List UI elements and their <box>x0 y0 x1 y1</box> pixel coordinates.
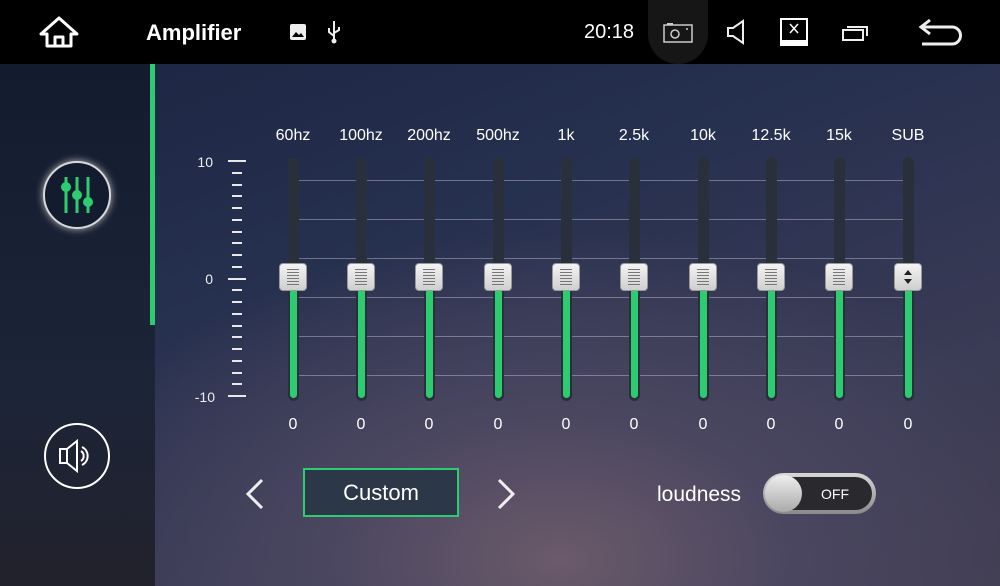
slider-thumb[interactable] <box>484 263 512 291</box>
slider-thumb[interactable] <box>552 263 580 291</box>
band-value: 0 <box>766 416 776 433</box>
band-value: 0 <box>493 416 503 433</box>
scale-tick <box>232 218 242 221</box>
scale-tick <box>232 324 242 327</box>
screenshot-icon[interactable] <box>663 22 693 44</box>
volume-icon[interactable] <box>726 19 748 45</box>
sidebar-item-equalizer[interactable] <box>43 161 111 229</box>
scale-tick <box>232 171 242 174</box>
up-down-icon <box>904 270 912 284</box>
grid-line <box>296 336 904 337</box>
sidebar <box>0 64 155 586</box>
slider-thumb[interactable] <box>620 263 648 291</box>
scale-tick <box>232 359 242 362</box>
app-title: Amplifier <box>146 20 242 45</box>
slider-fill <box>904 277 912 398</box>
band-label: 12.5k <box>751 127 791 144</box>
grid-line <box>296 297 904 298</box>
slider-fill <box>425 277 433 398</box>
slider-fill <box>767 277 775 398</box>
previous-preset-button[interactable] <box>243 477 267 511</box>
slider-fill <box>835 277 843 398</box>
screen-off-icon[interactable] <box>780 18 808 46</box>
scale-tick <box>232 348 242 350</box>
scale-tick <box>232 371 242 374</box>
band-value: 0 <box>629 416 639 433</box>
scale-tick <box>232 254 242 256</box>
scale-mid-label: 0 <box>205 271 213 287</box>
scale-tick <box>232 383 242 386</box>
band-label: 2.5k <box>618 127 650 144</box>
band-value: 0 <box>561 416 571 433</box>
recent-apps-icon[interactable] <box>842 25 868 41</box>
scale-tick <box>232 242 242 245</box>
scale-tick <box>228 160 246 162</box>
slider-thumb[interactable] <box>689 263 717 291</box>
scale-tick <box>232 289 242 292</box>
band-value: 0 <box>356 416 366 433</box>
band-label: 1k <box>557 127 575 144</box>
slider-fill <box>494 277 502 398</box>
band-value: 0 <box>424 416 434 433</box>
grid-line <box>296 219 904 220</box>
band-label: 500hz <box>476 127 520 144</box>
scale-tick <box>232 301 242 303</box>
slider-thumb[interactable] <box>347 263 375 291</box>
toggle-knob <box>765 475 802 512</box>
slider-fill <box>289 277 297 398</box>
slider-fill <box>562 277 570 398</box>
grid-line <box>296 180 904 181</box>
slider-thumb[interactable] <box>415 263 443 291</box>
equalizer-icon <box>61 177 93 213</box>
home-icon[interactable] <box>37 15 81 49</box>
band-value: 0 <box>698 416 708 433</box>
slider-fill <box>630 277 638 398</box>
slider-fill <box>699 277 707 398</box>
scale-tick <box>232 207 242 209</box>
slider-thumb[interactable] <box>757 263 785 291</box>
band-value: 0 <box>288 416 298 433</box>
band-label: 10k <box>690 127 716 144</box>
band-label: 200hz <box>407 127 451 144</box>
band-label: 60hz <box>275 127 311 144</box>
scale-tick <box>232 230 242 233</box>
speaker-icon <box>59 438 89 474</box>
scale-tick <box>228 395 246 397</box>
scale-max-label: 10 <box>197 154 213 170</box>
active-indicator <box>150 64 155 325</box>
scale-tick <box>228 277 246 280</box>
loudness-label: loudness <box>657 483 742 506</box>
preset-selector[interactable]: Custom <box>303 468 459 517</box>
grid-line <box>296 375 904 376</box>
clock: 20:18 <box>584 21 635 43</box>
scale-tick <box>232 265 242 268</box>
slider-thumb[interactable] <box>825 263 853 291</box>
toggle-state: OFF <box>821 486 849 502</box>
preset-label: Custom <box>343 479 419 505</box>
scale-tick <box>232 183 242 186</box>
gallery-icon <box>290 24 306 40</box>
band-label: 15k <box>826 127 852 144</box>
back-icon[interactable] <box>918 17 964 47</box>
band-label: 100hz <box>339 127 383 144</box>
scale-tick <box>232 336 242 339</box>
scale-tick <box>232 312 242 315</box>
sidebar-item-speaker[interactable] <box>44 423 110 489</box>
loudness-toggle[interactable]: OFF <box>763 473 876 514</box>
usb-icon <box>328 21 340 44</box>
band-value: 0 <box>834 416 844 433</box>
band-label: SUB <box>891 127 925 144</box>
scale-min-label: -10 <box>194 389 215 405</box>
band-value: 0 <box>903 416 913 433</box>
next-preset-button[interactable] <box>494 477 518 511</box>
slider-thumb[interactable] <box>894 263 922 291</box>
scale-tick <box>232 195 242 198</box>
slider-fill <box>357 277 365 398</box>
grid-line <box>296 258 904 259</box>
slider-thumb[interactable] <box>279 263 307 291</box>
